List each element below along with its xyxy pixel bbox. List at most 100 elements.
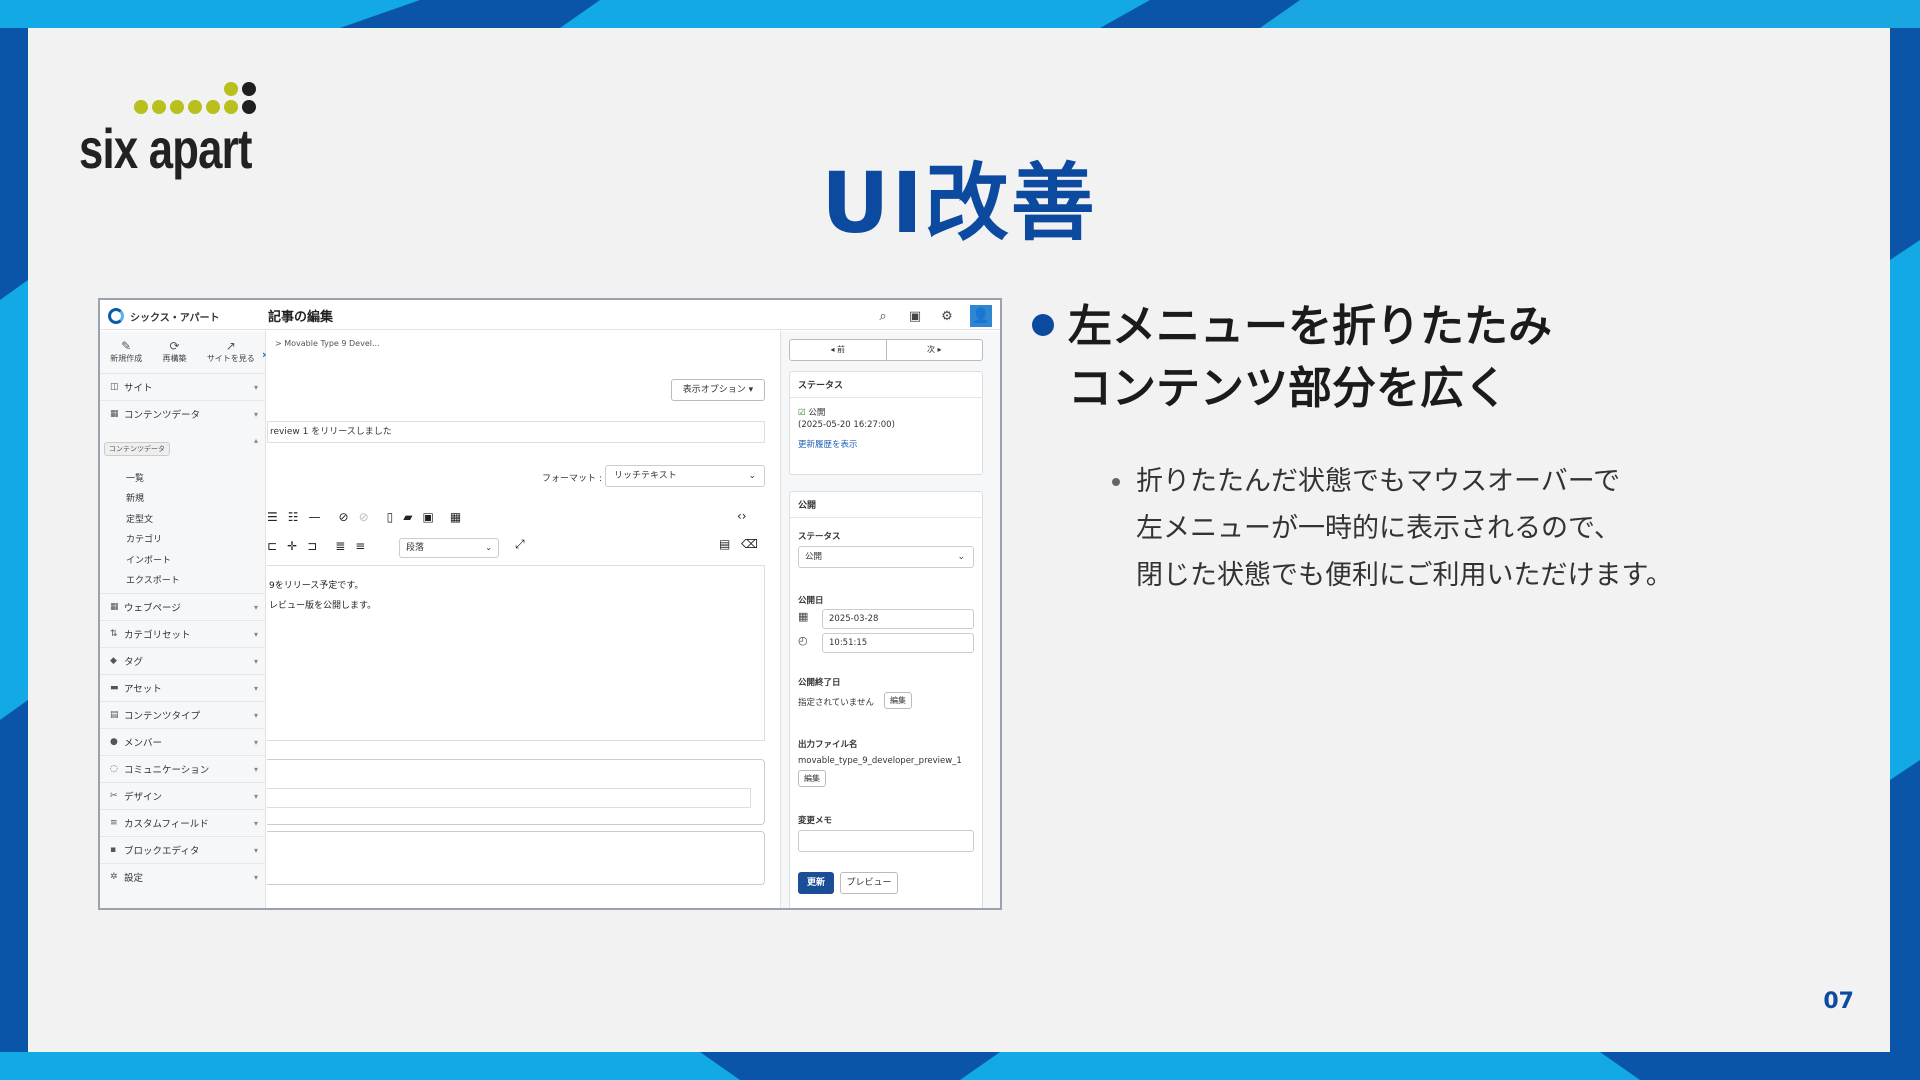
horizontal-rule-icon[interactable]: — [309,510,321,524]
editor-toolbar-row1: ☰ ☷ — ⊘ ⊘ ▯ ▰ ▣ ▦ [267,510,461,524]
submenu-new[interactable]: 新規 [126,491,144,504]
breadcrumb[interactable]: > Movable Type 9 Devel... [275,339,380,348]
end-date-edit-button[interactable]: 編集 [884,692,912,709]
bullet-list-icon[interactable]: ☰ [267,510,278,524]
align-center-icon[interactable]: ✛ [287,539,297,553]
align-right-icon[interactable]: ⊐ [307,539,317,553]
unlink-icon[interactable]: ⊘ [359,510,369,524]
chevron-down-icon: ▾ [253,710,258,720]
sub-bullet-line1: 折りたたんだ状態でもマウスオーバーで [1136,466,1621,497]
media-icon[interactable]: ▣ [423,510,434,524]
sidebar-item-communication[interactable]: ◌ コミュニケーション ▾ [100,755,266,782]
sidebar-item-label: タグ [124,657,144,668]
dashboard-icon[interactable]: ▣ [906,309,924,324]
sidebar-item-content-type[interactable]: ▤ コンテンツタイプ ▾ [100,701,266,728]
update-button[interactable]: 更新 [798,872,834,894]
member-icon: ● [110,737,118,747]
memo-label: 変更メモ [798,816,833,826]
align-left-icon[interactable]: ⊏ [267,539,277,553]
entry-title-input[interactable]: review 1 をリリースしました [267,421,765,443]
sidebar-item-asset[interactable]: ▬ アセット ▾ [100,674,266,701]
quick-actions: ✎ 新規作成 ⟳ 再構築 ↗ サイトを見る [100,331,265,371]
quick-view-site-label: サイトを見る [206,354,255,363]
sidebar-item-label: サイト [124,383,153,394]
keywords-field[interactable] [267,831,765,885]
memo-input[interactable] [798,830,974,852]
filename-edit-button[interactable]: 編集 [798,770,826,787]
body-line: 9をリリース予定です。 [269,581,364,591]
quick-rebuild-button[interactable]: ⟳ 再構築 [162,339,186,371]
format-select[interactable]: リッチテキスト ⌄ [605,465,765,487]
sidebar-item-category-set[interactable]: ⇅ カテゴリセット ▾ [100,620,266,647]
submenu-list[interactable]: 一覧 [126,471,144,484]
table-icon[interactable]: ▦ [450,510,461,524]
source-code-icon[interactable]: ‹› [737,509,747,523]
site-name[interactable]: シックス・アパート [108,308,220,324]
sidebar-item-label: コンテンツタイプ [124,711,201,722]
paragraph-select[interactable]: 段落 ⌄ [399,538,499,558]
history-link[interactable]: 更新履歴を表示 [798,438,858,450]
fullscreen-icon[interactable]: ⤢ [515,537,525,552]
quick-new-button[interactable]: ✎ 新規作成 [110,339,142,371]
submenu-export[interactable]: エクスポート [126,573,180,586]
publish-time-input[interactable]: 10:51:15 [822,633,974,653]
chevron-down-icon: ▾ [253,764,258,774]
preview-button[interactable]: プレビュー [840,872,898,894]
quick-rebuild-label: 再構築 [162,354,187,363]
settings-icon[interactable]: ⚙ [938,309,956,324]
submenu-category[interactable]: カテゴリ [126,532,162,545]
calendar-icon[interactable]: ▦ [798,610,808,623]
display-options-button[interactable]: 表示オプション ▾ [671,379,765,401]
clock-icon[interactable]: ◴ [798,634,808,647]
next-button[interactable]: 次 ▸ [887,340,983,360]
sidebar-item-label: ウェブページ [124,603,181,614]
sidebar-item-tag[interactable]: ◆ タグ ▾ [100,647,266,674]
outdent-icon[interactable]: ≡ [355,539,365,553]
chevron-down-icon: ▾ [253,737,258,747]
status-date: (2025-05-20 16:27:00) [798,420,895,430]
sidebar-item-site[interactable]: ◫ サイト ▾ [100,373,266,400]
site-name-label: シックス・アパート [130,312,220,324]
image-icon[interactable]: ▰ [403,510,412,524]
clipboard-icon[interactable]: ▤ [719,537,730,551]
sidebar-item-block-editor[interactable]: ▪ ブロックエディタ ▾ [100,836,266,863]
rich-text-editor[interactable]: 9をリリース予定です。 レビュー版を公開します。 [267,565,765,741]
excerpt-input[interactable] [267,788,751,808]
body-line: レビュー版を公開します。 [269,601,377,611]
sidebar-item-settings[interactable]: ✲ 設定 ▾ [100,863,266,890]
left-menu: ✎ 新規作成 ⟳ 再構築 ↗ サイトを見る ◫ サイト ▾ ▦ コンテンツデータ… [100,331,266,908]
communication-icon: ◌ [110,764,118,774]
chevron-down-icon: ▾ [253,872,258,882]
paragraph-select-value: 段落 [406,543,425,553]
sidebar-item-webpage[interactable]: ▦ ウェブページ ▾ [100,593,266,620]
sidebar-item-label: コミュニケーション [124,765,210,776]
numbered-list-icon[interactable]: ☷ [288,510,299,524]
editor-area: > Movable Type 9 Devel... 表示オプション ▾ revi… [267,331,779,908]
sidebar-item-content-data[interactable]: ▦ コンテンツデータ ▾ [100,400,266,427]
chevron-down-icon: ▾ [253,602,258,612]
eraser-icon[interactable]: ⌫ [741,537,758,551]
sidebar-item-design[interactable]: ✂ デザイン ▾ [100,782,266,809]
tooltip: コンテンツデータ [104,442,170,456]
menu-collapse-toggle[interactable]: › [262,348,267,361]
submenu-boilerplate[interactable]: 定型文 [126,512,153,525]
quick-view-site-button[interactable]: ↗ サイトを見る [207,339,255,371]
file-icon[interactable]: ▯ [387,510,394,524]
chevron-down-icon: ▾ [253,629,258,639]
indent-icon[interactable]: ≣ [335,539,345,553]
slide: six apart UI改善 シックス・アパート 記事の編集 ⌕ ▣ ⚙ 👤 ✎… [28,28,1890,1052]
submenu-import[interactable]: インポート [126,553,171,566]
sidebar-item-label: アセット [124,684,162,695]
format-select-value: リッチテキスト [614,471,677,481]
publish-status-select[interactable]: 公開 ⌄ [798,546,974,568]
link-icon[interactable]: ⊘ [339,510,349,524]
search-icon[interactable]: ⌕ [874,309,892,324]
chevron-down-icon: ▾ [253,818,258,828]
sidebar-item-custom-field[interactable]: ≡ カスタムフィールド ▾ [100,809,266,836]
prev-button[interactable]: ◂ 前 [790,340,887,360]
chevron-down-icon: ⌄ [485,543,492,552]
sidebar-item-member[interactable]: ● メンバー ▾ [100,728,266,755]
tag-icon: ◆ [110,656,117,666]
avatar[interactable]: 👤 [970,305,992,327]
publish-date-input[interactable]: 2025-03-28 [822,609,974,629]
